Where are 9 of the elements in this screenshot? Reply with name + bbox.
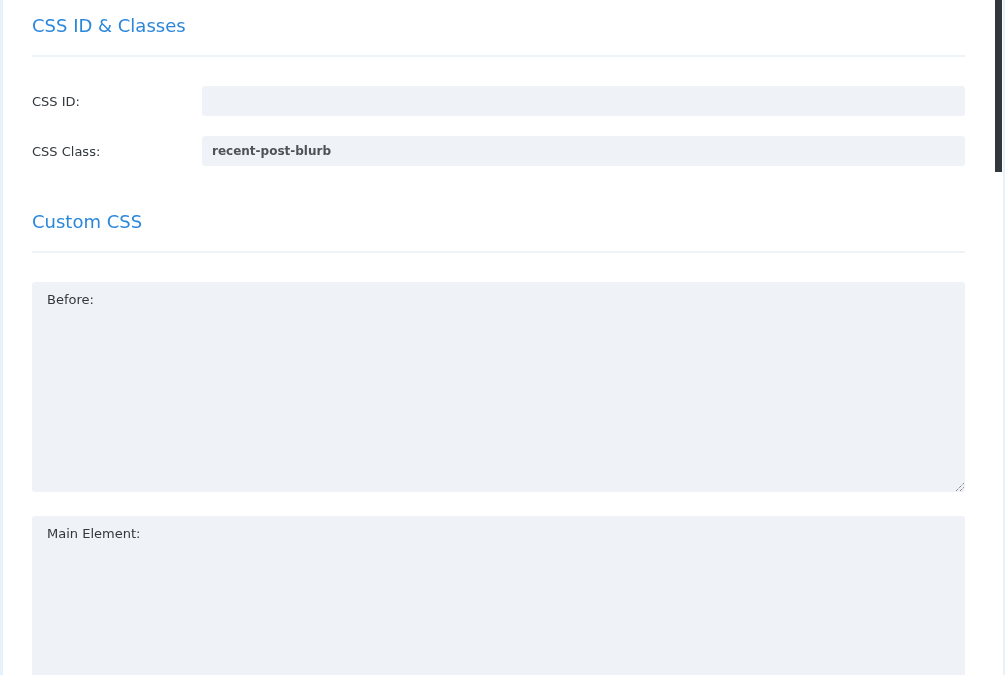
css-textarea[interactable]: Main Element: (32, 516, 965, 675)
section-title: Custom CSS (32, 196, 965, 253)
field-label: CSS Class: (32, 143, 102, 159)
scrollbar-thumb[interactable] (995, 0, 1002, 172)
field-label: CSS ID: (32, 93, 81, 109)
css-textarea[interactable]: Before: (32, 282, 965, 492)
resize-handle-icon[interactable] (956, 483, 964, 491)
section-title: CSS ID & Classes (32, 0, 965, 57)
text-field[interactable]: recent-post-blurb (202, 136, 965, 166)
